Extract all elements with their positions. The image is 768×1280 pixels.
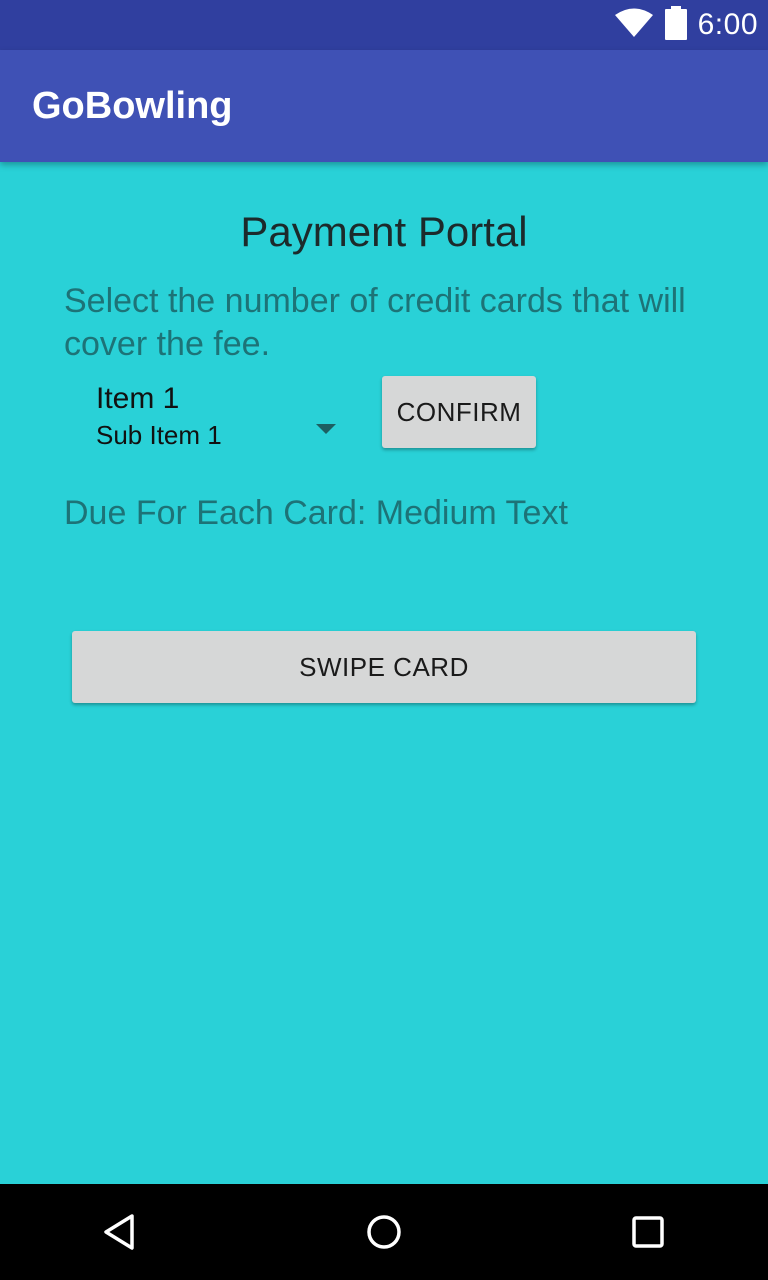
status-time: 6:00 xyxy=(697,8,758,41)
dropdown-arrow-icon xyxy=(316,424,336,434)
app-bar: GoBowling xyxy=(0,50,768,162)
swipe-card-button[interactable]: SWIPE CARD xyxy=(72,631,696,703)
battery-icon xyxy=(664,5,688,45)
card-count-spinner[interactable]: Item 1 Sub Item 1 xyxy=(64,378,354,458)
spinner-subitem: Sub Item 1 xyxy=(96,420,222,450)
status-icons: 6:00 xyxy=(614,0,758,50)
recents-icon[interactable] xyxy=(618,1202,678,1262)
wifi-icon xyxy=(614,8,654,43)
page-title: Payment Portal xyxy=(240,208,528,255)
confirm-button[interactable]: CONFIRM xyxy=(382,376,536,448)
spinner-item: Item 1 xyxy=(96,382,180,415)
due-per-card-text: Due For Each Card: Medium Text xyxy=(64,494,568,532)
app-title: GoBowling xyxy=(32,85,233,127)
screen: 6:00 GoBowling Payment Portal Select the… xyxy=(0,0,768,1280)
navigation-bar xyxy=(0,1184,768,1280)
back-icon[interactable] xyxy=(90,1202,150,1262)
home-icon[interactable] xyxy=(354,1202,414,1262)
status-bar: 6:00 xyxy=(0,0,768,50)
instructions-text: Select the number of credit cards that w… xyxy=(64,282,686,363)
